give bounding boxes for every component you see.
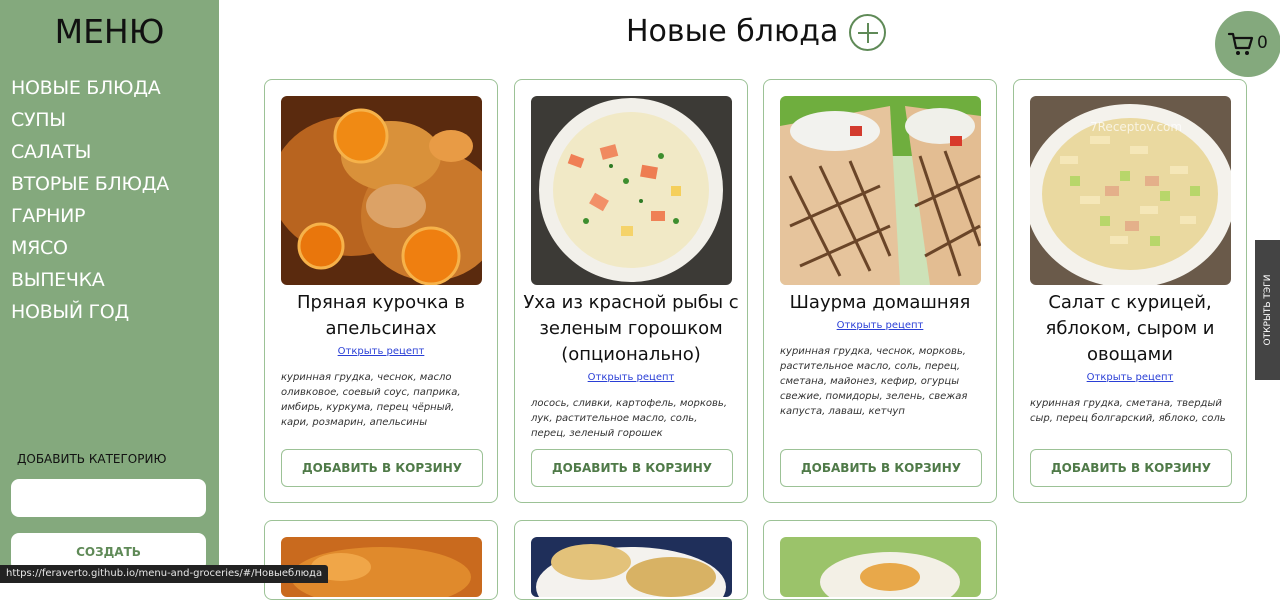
sidebar: МЕНЮ НОВЫЕ БЛЮДА СУПЫ САЛАТЫ ВТОРЫЕ БЛЮД… [0,0,219,583]
category-item-pastry[interactable]: ВЫПЕЧКА [11,264,169,296]
add-dish-button[interactable] [849,14,886,51]
open-recipe-link[interactable]: Открыть рецепт [273,345,489,359]
dish-ingredients: куринная грудка, чеснок, морковь, растит… [780,346,968,417]
dish-card: Шаурма домашняя Открыть рецепт куринная … [763,79,997,503]
dish-ingredients: лосось, сливки, картофель, морковь, лук,… [531,398,727,439]
open-recipe-link[interactable]: Открыть рецепт [772,319,988,333]
dish-name: Салат с курицей, яблоком, сыром и овощам… [1045,292,1215,365]
add-to-cart-button[interactable]: ДОБАВИТЬ В КОРЗИНУ [1030,449,1232,487]
dish-info: Уха из красной рыбы с зеленым горошком (… [523,290,739,441]
dish-info: Шаурма домашняя Открыть рецепт куринная … [772,290,988,419]
category-item-new-dishes[interactable]: НОВЫЕ БЛЮДА [11,72,169,104]
category-item-salads[interactable]: САЛАТЫ [11,136,169,168]
dish-photo[interactable] [780,96,981,285]
link-status-bar: https://feraverto.github.io/menu-and-gro… [0,565,329,583]
add-to-cart-button[interactable]: ДОБАВИТЬ В КОРЗИНУ [780,449,982,487]
dish-photo[interactable] [281,96,482,285]
category-item-garnish[interactable]: ГАРНИР [11,200,169,232]
dish-card: Пряная курочка в апельсинах Открыть реце… [264,79,498,503]
category-item-soups[interactable]: СУПЫ [11,104,169,136]
cart-count: 0 [1257,33,1268,53]
open-recipe-link[interactable]: Открыть рецепт [523,371,739,385]
dish-card [264,520,498,600]
add-category-input[interactable] [11,479,206,517]
add-category-label: ДОБАВИТЬ КАТЕГОРИЮ [17,452,167,466]
dish-ingredients: куринная грудка, чеснок, масло оливковое… [281,372,461,428]
svg-text:7Receptov.com: 7Receptov.com [1090,120,1182,134]
dish-card [763,520,997,600]
dish-name: Пряная курочка в апельсинах [297,292,465,339]
dish-card: Уха из красной рыбы с зеленым горошком (… [514,79,748,503]
dish-name: Шаурма домашняя [789,292,971,313]
dish-name: Уха из красной рыбы с зеленым горошком (… [523,292,739,365]
dish-photo[interactable] [531,96,732,285]
dish-card: 7Receptov.com Салат с курицей, яблоком, … [1013,79,1247,503]
category-item-main-courses[interactable]: ВТОРЫЕ БЛЮДА [11,168,169,200]
cart-icon [1227,32,1254,55]
open-recipe-link[interactable]: Открыть рецепт [1022,371,1238,385]
dish-photo[interactable] [780,537,981,597]
page-title: Новые блюда [626,14,839,49]
dish-info: Пряная курочка в апельсинах Открыть реце… [273,290,489,430]
cart-button[interactable]: 0 [1215,11,1280,77]
category-item-new-year[interactable]: НОВЫЙ ГОД [11,296,169,328]
open-tags-tab[interactable]: ОТКРЫТЬ ТЭГИ [1255,240,1280,380]
category-item-meat[interactable]: МЯСО [11,232,169,264]
dish-info: Салат с курицей, яблоком, сыром и овощам… [1022,290,1238,426]
menu-title: МЕНЮ [54,12,165,51]
dish-photo[interactable]: 7Receptov.com [1030,96,1231,285]
dish-card [514,520,748,600]
dish-photo[interactable] [531,537,732,597]
add-to-cart-button[interactable]: ДОБАВИТЬ В КОРЗИНУ [281,449,483,487]
add-to-cart-button[interactable]: ДОБАВИТЬ В КОРЗИНУ [531,449,733,487]
dish-ingredients: куринная грудка, сметана, твердый сыр, п… [1030,398,1226,424]
category-list: НОВЫЕ БЛЮДА СУПЫ САЛАТЫ ВТОРЫЕ БЛЮДА ГАР… [11,72,169,328]
open-tags-label: ОТКРЫТЬ ТЭГИ [1262,274,1273,346]
